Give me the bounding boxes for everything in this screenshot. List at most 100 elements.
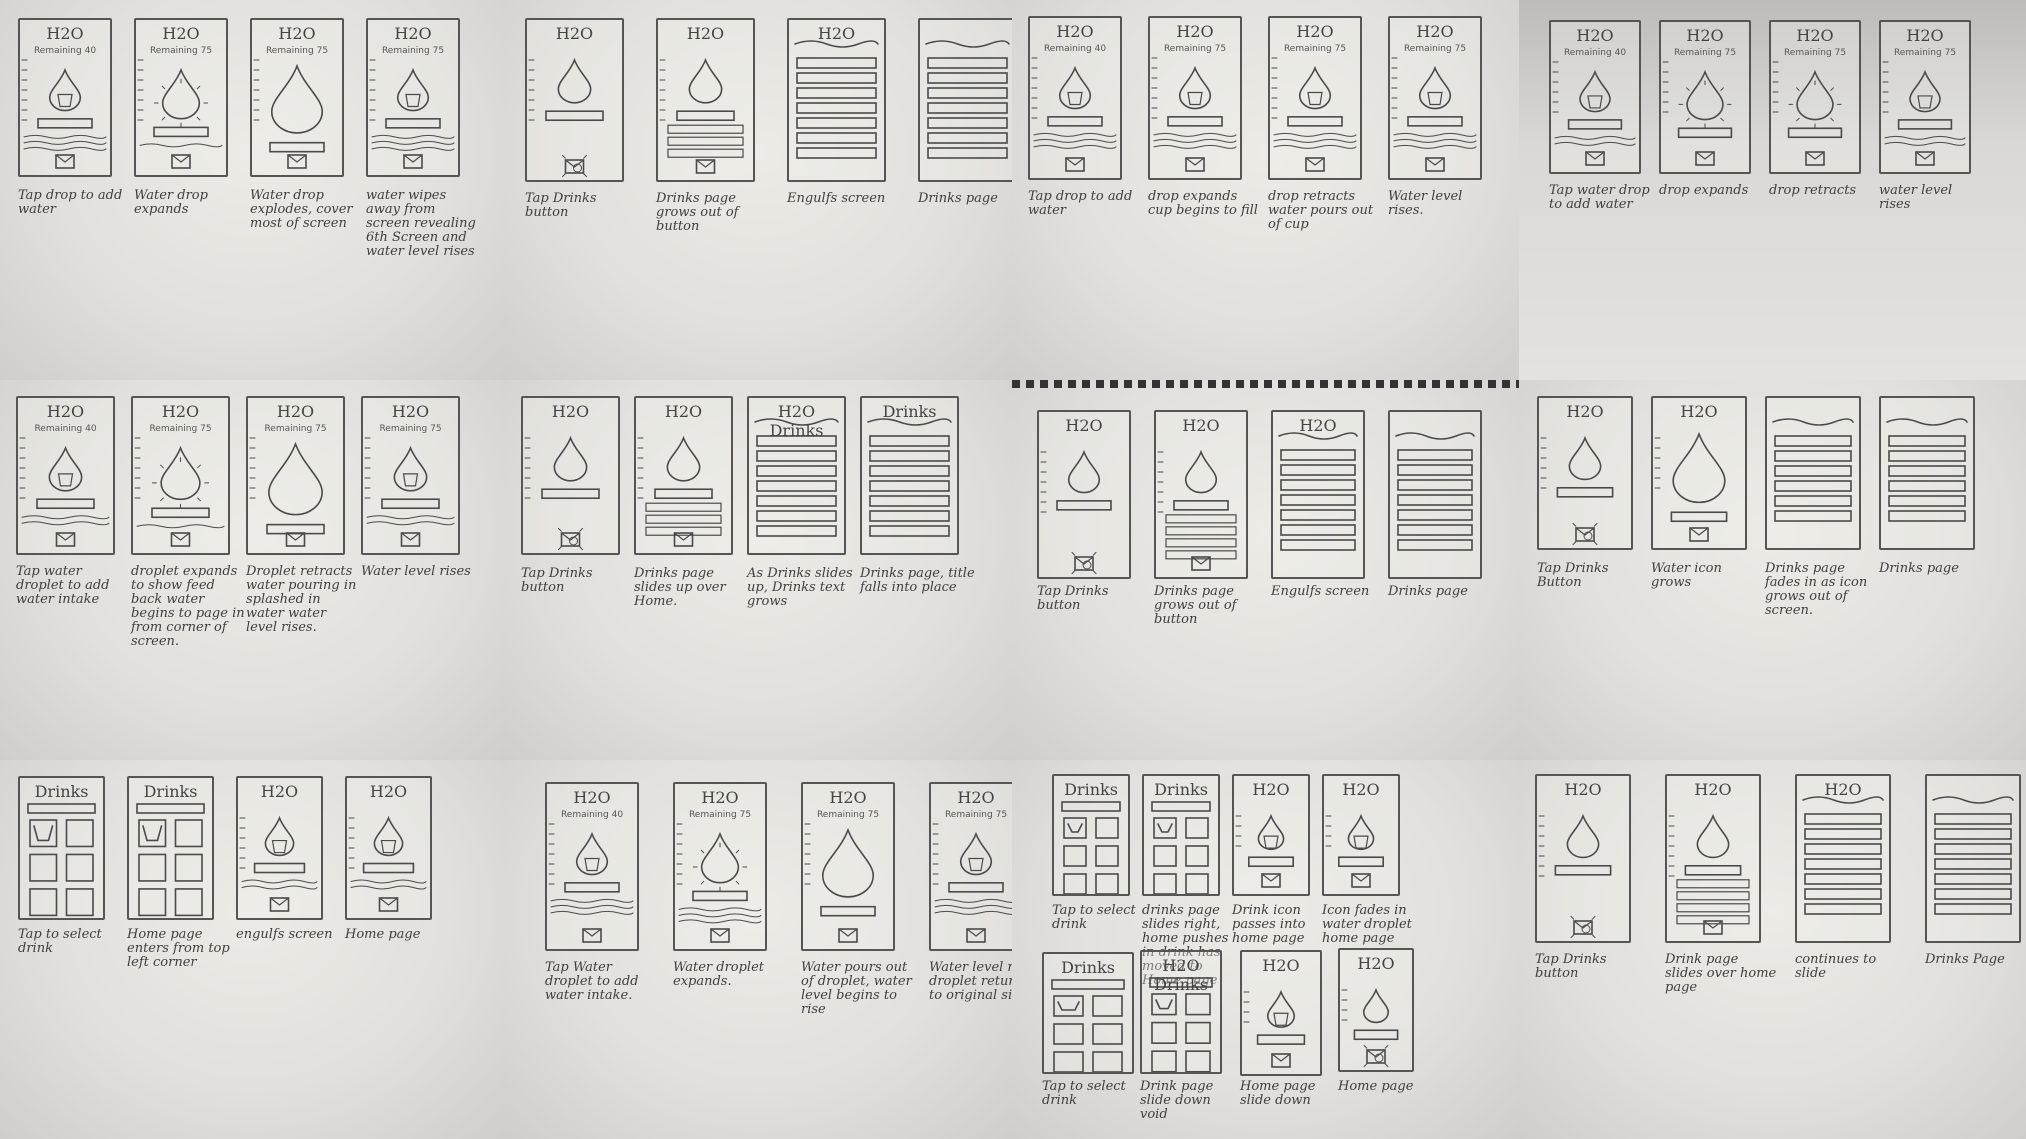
frame-caption: Water level rises. (1388, 189, 1463, 218)
phone-screen-sketch: H2O Remaining 40 (16, 396, 115, 555)
cup-icon (142, 825, 163, 842)
water-level-line (21, 515, 110, 520)
list-row (756, 480, 837, 492)
progress-bar (1670, 511, 1728, 523)
screen-title: H2O (1680, 402, 1718, 421)
screen-title: H2O (1576, 26, 1614, 45)
progress-bar (1338, 856, 1385, 868)
sketch-drawing (21, 59, 107, 169)
list-row (1934, 828, 2012, 840)
motion-mark (735, 849, 740, 854)
water-level-line (1884, 135, 1966, 140)
motion-mark (197, 497, 201, 502)
water-level-line (366, 521, 455, 526)
phone-screen-sketch: H2O (1665, 774, 1761, 943)
list-row (1676, 891, 1750, 901)
water-level-line (350, 879, 427, 884)
frame-caption: Tap water drop to add water (1549, 183, 1650, 212)
progress-bar (1047, 116, 1103, 127)
screen-title: H2O (1342, 780, 1380, 799)
screen-title: H2O (829, 788, 867, 807)
tap-mark (1092, 551, 1097, 556)
sketch-drawing (137, 59, 223, 169)
sketch-drawing (1157, 449, 1237, 571)
water-drop-icon (1568, 435, 1602, 481)
sketch-drawing (1932, 796, 2014, 915)
cup-icon (402, 473, 419, 487)
drink-tile (65, 819, 94, 848)
water-drop-icon (1686, 69, 1724, 121)
drink-tile (1095, 873, 1119, 894)
cup-icon (405, 93, 421, 108)
remaining-label: Remaining 75 (1673, 48, 1737, 58)
sketch-drawing (659, 57, 744, 174)
phone-screen-sketch: H2O Remaining 75 (131, 396, 230, 555)
list-row (927, 72, 1008, 84)
phone-screen-sketch: H2O (787, 18, 886, 182)
motion-mark (1830, 87, 1834, 91)
water-drop-icon (700, 831, 740, 884)
phone-screen-sketch: H2O Drinks (1140, 950, 1222, 1074)
frame-caption: Tap drop to add water (1028, 189, 1133, 218)
screen-title: H2O (1566, 402, 1604, 421)
phone-screen-sketch: H2O (1537, 396, 1633, 550)
progress-bar (692, 890, 748, 902)
phone-screen-sketch: Drinks (18, 776, 105, 920)
sketch-sheet: H2O Remaining 40 Tap water droplet to add … (0, 380, 505, 760)
screen-title: H2O (391, 402, 430, 421)
frame-caption: water wipes away from screen revealing 6… (366, 188, 476, 259)
water-drop-icon (821, 827, 875, 898)
phone-screen-sketch: Drinks (1042, 952, 1134, 1074)
phone-screen-sketch: H2O Remaining 75 (246, 396, 345, 555)
water-level-line (1153, 144, 1237, 149)
drink-tile (1092, 1023, 1123, 1045)
drink-tile (1185, 1021, 1211, 1044)
phone-screen-sketch: H2O (1240, 950, 1322, 1076)
phone-screen-sketch (1765, 396, 1861, 550)
tap-mark (1384, 1063, 1389, 1068)
drinks-button-icon-flap (1271, 1053, 1291, 1062)
drink-tile (1092, 1051, 1123, 1072)
drink-tile (1092, 995, 1123, 1017)
list-row (1934, 843, 2012, 855)
frame-caption: Drink page slides over home page (1665, 952, 1777, 995)
sketch-drawing (1391, 57, 1477, 172)
water-level-line (1884, 141, 1966, 146)
sketch-drawing (528, 57, 604, 178)
cup-icon (1067, 91, 1083, 106)
sketch-drawing (253, 59, 325, 169)
progress-bar (385, 118, 441, 129)
list-row (1804, 828, 1882, 840)
remaining-label: Remaining 40 (33, 46, 97, 56)
water-level-line (678, 907, 762, 912)
list-row (796, 117, 877, 129)
list-row (1934, 903, 2012, 915)
list-row (1888, 450, 1966, 462)
sketch-drawing (1538, 813, 1612, 939)
frame-caption: Drinks page slides up over Home. (634, 566, 726, 609)
screen-title: H2O (1065, 416, 1103, 435)
list-row (927, 117, 1008, 129)
drink-tile (138, 853, 167, 882)
phone-screen-sketch: H2O Remaining 75 (1148, 16, 1242, 180)
drinks-button-icon-flap (1191, 556, 1211, 565)
list-row (1774, 495, 1852, 507)
water-level-line (23, 140, 107, 145)
drink-tile (1153, 873, 1177, 894)
drink-tile (1153, 845, 1177, 867)
water-drop-icon (1672, 431, 1726, 504)
phone-screen-sketch: H2O Remaining 75 (1659, 20, 1751, 174)
phone-screen-sketch: Drinks (860, 396, 959, 555)
water-level-line (241, 885, 318, 890)
frame-caption: Engulfs screen (787, 191, 886, 206)
frame-caption: Tap Drinks button (521, 566, 593, 595)
drinks-button-icon-flap (170, 532, 191, 541)
list-row (1804, 873, 1882, 885)
drinks-button-icon-flap (1261, 873, 1281, 882)
remaining-label: Remaining 75 (381, 46, 445, 56)
motion-mark (700, 880, 705, 885)
water-drop-icon (575, 831, 609, 876)
cup-icon (57, 473, 74, 487)
tap-mark (579, 527, 584, 532)
water-level-line (678, 919, 762, 924)
